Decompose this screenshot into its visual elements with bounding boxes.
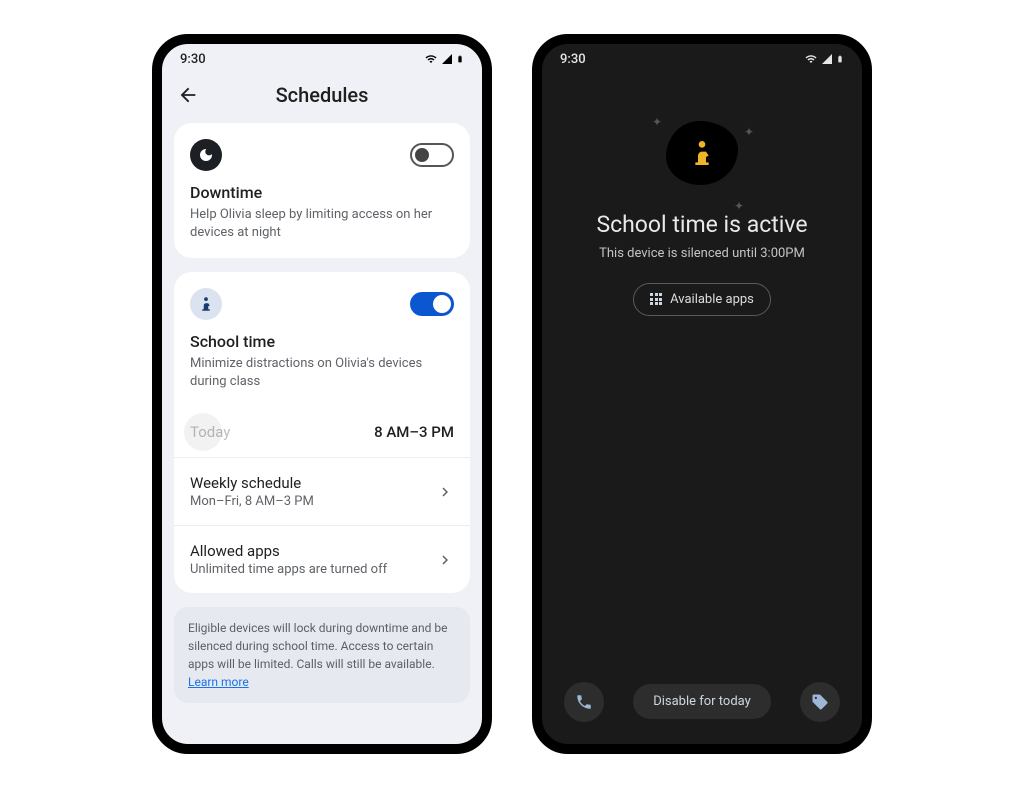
allowed-sub: Unlimited time apps are turned off bbox=[190, 562, 436, 577]
downtime-title: Downtime bbox=[190, 183, 454, 202]
downtime-toggle[interactable] bbox=[410, 143, 454, 167]
available-apps-button[interactable]: Available apps bbox=[633, 283, 771, 316]
status-time: 9:30 bbox=[560, 52, 586, 67]
schooltime-settings: Today 8 AM–3 PM Weekly schedule Mon–Fri,… bbox=[174, 407, 470, 593]
page-title: Schedules bbox=[200, 83, 444, 107]
lock-content: ✦ ✦ ✦ School time is active This device … bbox=[542, 71, 862, 741]
lock-subtitle: This device is silenced until 3:00PM bbox=[599, 246, 805, 261]
status-time: 9:30 bbox=[180, 52, 206, 67]
sparkle-icon: ✦ bbox=[744, 125, 754, 139]
sparkle-icon: ✦ bbox=[734, 199, 744, 213]
moon-icon bbox=[190, 139, 222, 171]
parent-schedules-screen: 9:30 Schedules Downtime Help Olivia slee… bbox=[152, 34, 492, 754]
status-icons bbox=[804, 52, 844, 66]
back-button[interactable] bbox=[176, 83, 200, 107]
child-lockscreen: 9:30 ✦ ✦ ✦ School time is active This de… bbox=[532, 34, 872, 754]
disable-for-today-button[interactable]: Disable for today bbox=[633, 684, 771, 719]
today-value: 8 AM–3 PM bbox=[374, 423, 454, 441]
allowed-apps-row[interactable]: Allowed apps Unlimited time apps are tur… bbox=[174, 525, 470, 593]
learn-more-link[interactable]: Learn more bbox=[188, 675, 249, 689]
status-icons bbox=[424, 52, 464, 66]
schooltime-card: School time Minimize distractions on Oli… bbox=[174, 272, 470, 407]
chevron-right-icon bbox=[436, 551, 454, 569]
downtime-card: Downtime Help Olivia sleep by limiting a… bbox=[174, 123, 470, 258]
weekly-schedule-row[interactable]: Weekly schedule Mon–Fri, 8 AM–3 PM bbox=[174, 457, 470, 525]
student-icon bbox=[190, 288, 222, 320]
school-time-hero-icon bbox=[666, 121, 738, 185]
content: Downtime Help Olivia sleep by limiting a… bbox=[162, 123, 482, 704]
phone-icon bbox=[575, 693, 593, 711]
today-label: Today bbox=[190, 423, 374, 441]
lock-title: School time is active bbox=[596, 211, 807, 238]
header: Schedules bbox=[162, 71, 482, 123]
phone-button[interactable] bbox=[564, 682, 604, 722]
tag-button[interactable] bbox=[800, 682, 840, 722]
battery-icon bbox=[836, 52, 844, 66]
chevron-right-icon bbox=[436, 483, 454, 501]
weekly-title: Weekly schedule bbox=[190, 474, 436, 492]
sparkle-icon: ✦ bbox=[652, 115, 662, 129]
status-bar: 9:30 bbox=[542, 44, 862, 71]
schooltime-desc: Minimize distractions on Olivia's device… bbox=[190, 355, 454, 407]
status-bar: 9:30 bbox=[162, 44, 482, 71]
wifi-icon bbox=[424, 53, 438, 65]
info-note: Eligible devices will lock during downti… bbox=[174, 607, 470, 703]
downtime-desc: Help Olivia sleep by limiting access on … bbox=[190, 206, 454, 242]
schooltime-toggle[interactable] bbox=[410, 292, 454, 316]
signal-icon bbox=[820, 53, 834, 65]
signal-icon bbox=[440, 53, 454, 65]
weekly-sub: Mon–Fri, 8 AM–3 PM bbox=[190, 494, 436, 509]
battery-icon bbox=[456, 52, 464, 66]
arrow-left-icon bbox=[177, 84, 199, 106]
wifi-icon bbox=[804, 53, 818, 65]
bottom-bar: Disable for today bbox=[542, 682, 862, 722]
allowed-title: Allowed apps bbox=[190, 542, 436, 560]
apps-grid-icon bbox=[650, 293, 662, 305]
today-row[interactable]: Today 8 AM–3 PM bbox=[174, 407, 470, 457]
schooltime-title: School time bbox=[190, 332, 454, 351]
tag-icon bbox=[811, 693, 829, 711]
